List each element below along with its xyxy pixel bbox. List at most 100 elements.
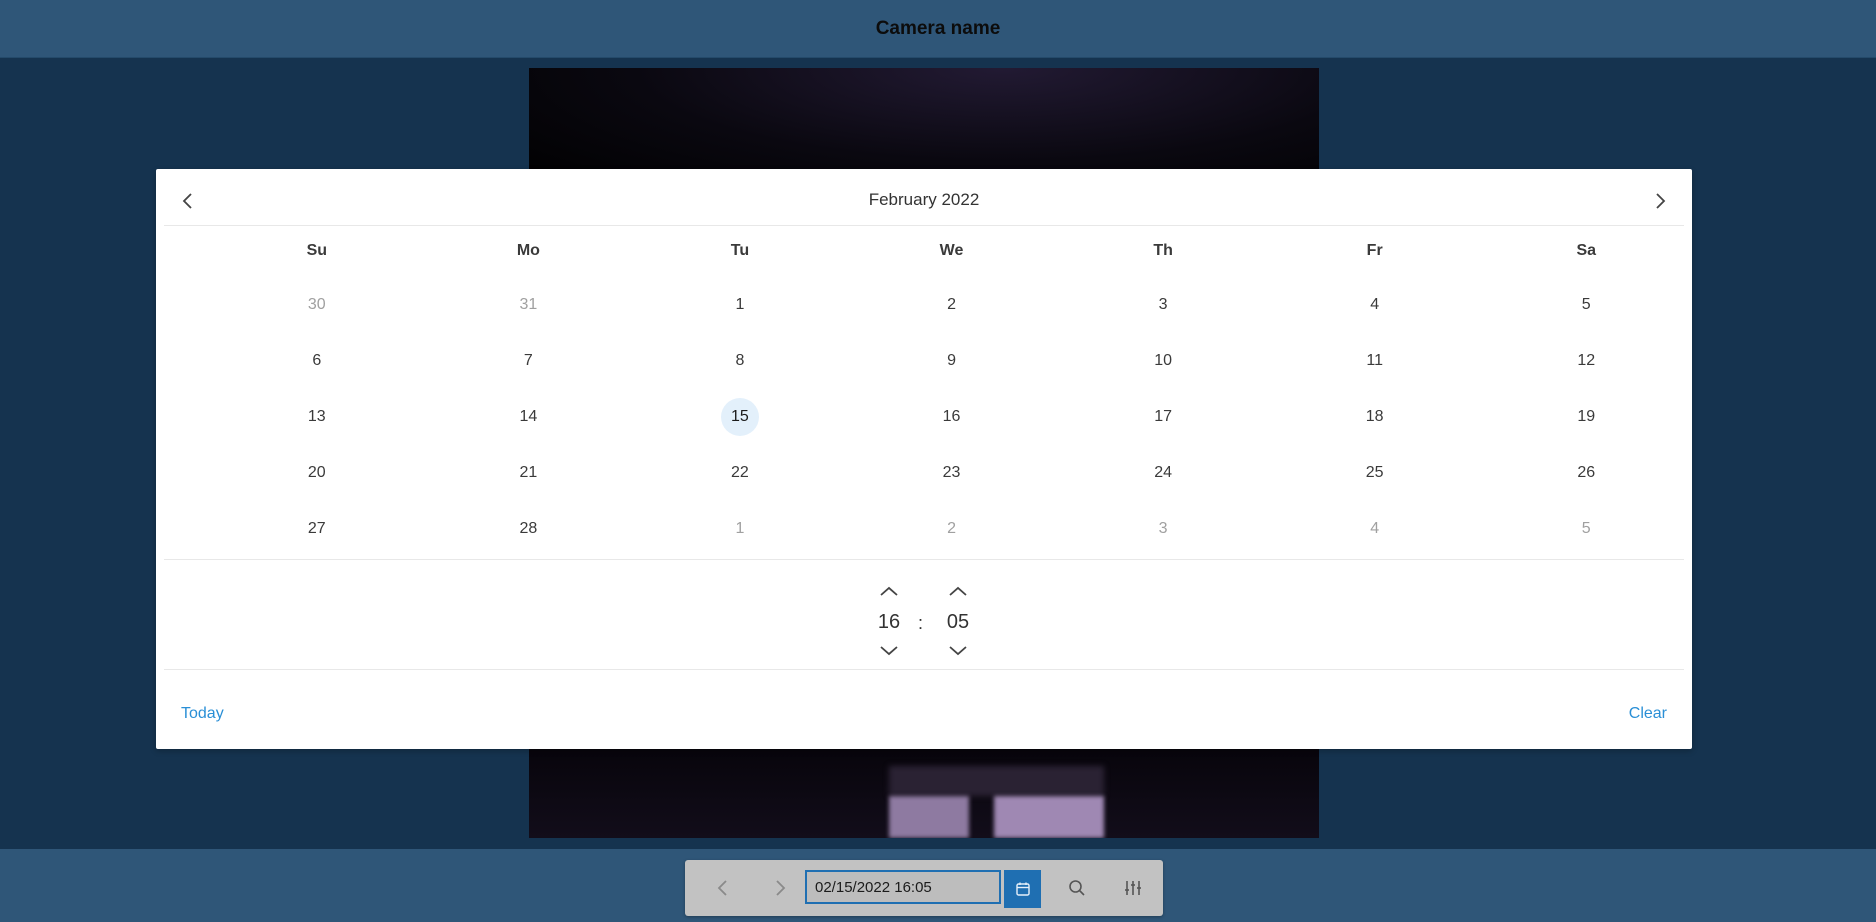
calendar-day[interactable]: 18 <box>1356 398 1394 436</box>
day-cell: 3 <box>1057 277 1269 333</box>
adjacent-month-day[interactable]: 1 <box>721 510 759 548</box>
calendar-day[interactable]: 23 <box>933 454 971 492</box>
calendar-day[interactable]: 12 <box>1567 342 1605 380</box>
calendar-day[interactable]: 4 <box>1356 286 1394 324</box>
next-month-button[interactable] <box>1647 187 1675 215</box>
day-cell: 5 <box>1480 501 1692 557</box>
calendar-day[interactable]: 16 <box>933 398 971 436</box>
weekday-label: Sa <box>1576 242 1597 259</box>
clear-button[interactable]: Clear <box>1629 705 1667 723</box>
sliders-icon <box>1125 881 1141 895</box>
day-cell: 21 <box>423 445 635 501</box>
day-cell: 17 <box>1057 389 1269 445</box>
calendar-day[interactable]: 8 <box>721 342 759 380</box>
month-year-label[interactable]: February 2022 <box>156 169 1692 231</box>
adjacent-month-day[interactable]: 31 <box>509 286 547 324</box>
day-cell: 15 <box>634 389 846 445</box>
calendar-day[interactable]: 10 <box>1144 342 1182 380</box>
video-light-patch <box>889 796 969 838</box>
hour-increment-button[interactable] <box>876 581 902 601</box>
adjacent-month-day[interactable]: 5 <box>1567 510 1605 548</box>
calendar-day[interactable]: 2 <box>933 286 971 324</box>
calendar-icon <box>1015 882 1030 896</box>
top-bar: Camera name <box>0 0 1876 58</box>
today-button[interactable]: Today <box>181 705 224 723</box>
calendar-day[interactable]: 9 <box>933 342 971 380</box>
calendar-day[interactable]: 3 <box>1144 286 1182 324</box>
day-cell: 5 <box>1480 277 1692 333</box>
settings-button[interactable] <box>1116 872 1150 904</box>
next-button[interactable] <box>764 872 798 904</box>
calendar-day[interactable]: 20 <box>298 454 336 492</box>
calendar-day[interactable]: 26 <box>1567 454 1605 492</box>
calendar-day[interactable]: 14 <box>509 398 547 436</box>
weekday-label: Th <box>1153 242 1173 259</box>
week-row: 6 7 8 9 10 11 12 <box>156 333 1692 389</box>
week-row: 27 28 1 2 3 4 5 <box>156 501 1692 557</box>
chevron-right-icon <box>776 880 786 896</box>
video-shadow <box>889 766 1104 796</box>
calendar-day[interactable]: 27 <box>298 510 336 548</box>
adjacent-month-day[interactable]: 3 <box>1144 510 1182 548</box>
chevron-left-icon <box>717 880 727 896</box>
chevron-up-icon <box>880 586 898 596</box>
calendar-day[interactable]: 13 <box>298 398 336 436</box>
day-cell: 2 <box>846 277 1058 333</box>
chevron-down-icon <box>949 646 967 656</box>
day-cell: 9 <box>846 333 1058 389</box>
time-separator: : <box>918 613 924 633</box>
calendar-day[interactable]: 22 <box>721 454 759 492</box>
hour-decrement-button[interactable] <box>876 641 902 661</box>
adjacent-month-day[interactable]: 2 <box>933 510 971 548</box>
search-button[interactable] <box>1060 872 1094 904</box>
divider <box>164 669 1684 670</box>
chevron-down-icon <box>880 646 898 656</box>
day-cell: 4 <box>1269 277 1481 333</box>
day-cell: 6 <box>211 333 423 389</box>
day-cell: 26 <box>1480 445 1692 501</box>
hour-value[interactable]: 16 <box>869 611 909 634</box>
weekday-label: Su <box>306 242 328 259</box>
day-cell: 13 <box>211 389 423 445</box>
datetime-input[interactable] <box>805 870 1001 904</box>
weekday-label: Fr <box>1366 242 1383 259</box>
calendar-day[interactable]: 17 <box>1144 398 1182 436</box>
calendar-button[interactable] <box>1004 870 1041 908</box>
adjacent-month-day[interactable]: 30 <box>298 286 336 324</box>
weekday-header-row: Su Mo Tu We Th Fr Sa <box>156 225 1692 277</box>
camera-title: Camera name <box>875 17 1001 39</box>
weekday-label: Tu <box>730 242 750 259</box>
day-cell: 10 <box>1057 333 1269 389</box>
calendar-day[interactable]: 19 <box>1567 398 1605 436</box>
adjacent-month-day[interactable]: 4 <box>1356 510 1394 548</box>
calendar-day[interactable]: 5 <box>1567 286 1605 324</box>
calendar-day[interactable]: 7 <box>509 342 547 380</box>
calendar-day[interactable]: 6 <box>298 342 336 380</box>
day-cell: 19 <box>1480 389 1692 445</box>
day-cell: 8 <box>634 333 846 389</box>
calendar-day[interactable]: 25 <box>1356 454 1394 492</box>
calendar-day[interactable]: 11 <box>1356 342 1394 380</box>
day-cell: 12 <box>1480 333 1692 389</box>
selected-day[interactable]: 15 <box>720 398 759 436</box>
minute-decrement-button[interactable] <box>945 641 971 661</box>
day-cell: 24 <box>1057 445 1269 501</box>
week-row: 30 31 1 2 3 4 5 <box>156 277 1692 333</box>
time-picker: 16 : 05 <box>156 573 1692 683</box>
day-cell: 23 <box>846 445 1058 501</box>
minute-column: 05 <box>938 573 978 683</box>
calendar-day[interactable]: 1 <box>721 286 759 324</box>
search-icon <box>1069 880 1085 896</box>
previous-button[interactable] <box>705 872 739 904</box>
weekday-label: We <box>939 242 964 259</box>
day-cell: 18 <box>1269 389 1481 445</box>
calendar-day[interactable]: 21 <box>509 454 547 492</box>
divider <box>164 559 1684 560</box>
calendar-day[interactable]: 28 <box>509 510 547 548</box>
playback-toolbar <box>685 860 1163 916</box>
day-cell: 3 <box>1057 501 1269 557</box>
calendar-day[interactable]: 24 <box>1144 454 1182 492</box>
minute-value[interactable]: 05 <box>938 611 978 634</box>
minute-increment-button[interactable] <box>945 581 971 601</box>
day-cell: 27 <box>211 501 423 557</box>
